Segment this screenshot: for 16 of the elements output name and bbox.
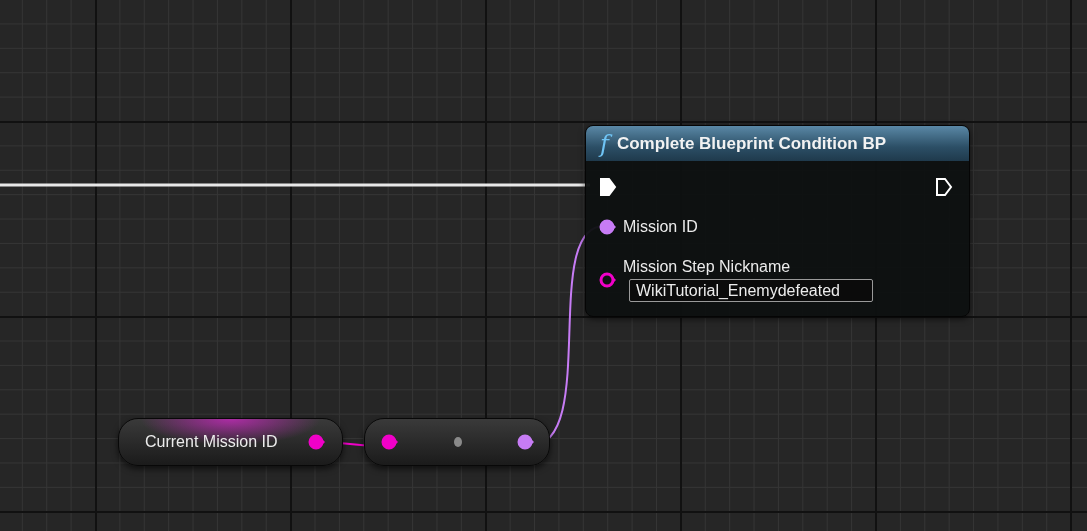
exec-in-pin-icon[interactable] [599,177,617,197]
conversion-node[interactable] [364,418,550,466]
pin-icon[interactable] [308,434,326,450]
pin-label: Mission ID [623,218,698,236]
pin-label: Mission Step Nickname [623,258,791,276]
pin-icon[interactable] [517,434,535,450]
exec-out-pin-icon[interactable] [935,177,953,197]
node-title: Complete Blueprint Condition BP [616,133,887,154]
variable-node[interactable]: Current Mission ID [118,418,343,466]
input-field[interactable]: WikiTutorial_Enemydefeated [629,279,873,302]
pin-icon[interactable] [599,272,617,288]
variable-label: Current Mission ID [145,433,278,451]
pin-icon[interactable] [381,434,399,450]
function-node[interactable]: f Complete Blueprint Condition BP Mission ID Mission Step Nickname WikiTutorial_Enemydefeated [585,125,970,317]
dot-icon [453,436,463,448]
pin-icon[interactable] [599,219,617,235]
